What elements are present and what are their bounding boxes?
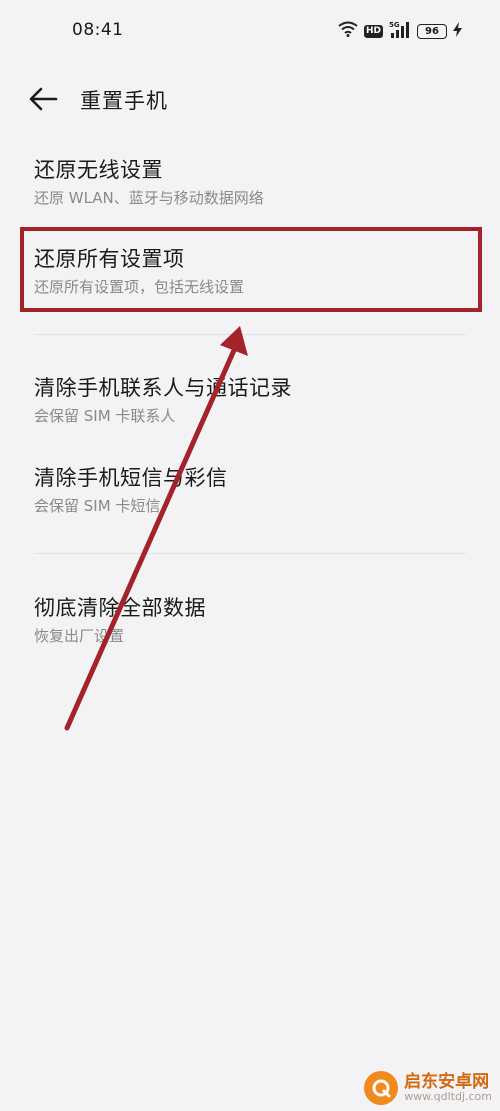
arrow-left-icon [26, 87, 60, 118]
watermark: 启东安卓网 www.qdltdj.com [364, 1071, 492, 1105]
item-subtitle: 还原 WLAN、蓝牙与移动数据网络 [34, 189, 264, 207]
reset-all-settings-item[interactable]: 还原所有设置项 还原所有设置项，包括无线设置 [0, 243, 500, 303]
clear-contacts-calllog-item[interactable]: 清除手机联系人与通话记录 会保留 SIM 卡联系人 [0, 372, 500, 432]
item-subtitle: 还原所有设置项，包括无线设置 [34, 278, 245, 296]
item-subtitle: 恢复出厂设置 [34, 627, 125, 645]
item-title: 清除手机联系人与通话记录 [34, 376, 292, 400]
page-title: 重置手机 [80, 89, 168, 113]
divider [34, 553, 466, 554]
erase-all-data-item[interactable]: 彻底清除全部数据 恢复出厂设置 [0, 592, 500, 652]
item-title: 还原所有设置项 [34, 247, 185, 271]
clear-sms-mms-item[interactable]: 清除手机短信与彩信 会保留 SIM 卡短信 [0, 462, 500, 522]
charging-icon [453, 21, 462, 41]
back-button[interactable] [26, 84, 60, 114]
signal-5g-icon: 5G [389, 20, 411, 42]
divider [34, 334, 466, 335]
app-header: 重置手机 [0, 72, 500, 126]
watermark-url: www.qdltdj.com [404, 1090, 492, 1104]
item-subtitle: 会保留 SIM 卡联系人 [34, 407, 176, 425]
hd-icon: HD [363, 24, 383, 38]
watermark-name: 启东安卓网 [404, 1071, 490, 1092]
status-icons: HD 5G 96 [332, 20, 462, 42]
item-title: 彻底清除全部数据 [34, 596, 206, 620]
wifi-icon [338, 21, 358, 41]
battery-icon: 96 [417, 23, 447, 39]
watermark-logo-icon [364, 1071, 399, 1105]
status-bar: 08:41 HD 5G 96 [0, 0, 500, 62]
item-title: 还原无线设置 [34, 158, 163, 182]
item-title: 清除手机短信与彩信 [34, 466, 228, 490]
status-time: 08:41 [72, 20, 124, 40]
reset-network-settings-item[interactable]: 还原无线设置 还原 WLAN、蓝牙与移动数据网络 [0, 154, 500, 214]
svg-text:5G: 5G [389, 21, 400, 29]
item-subtitle: 会保留 SIM 卡短信 [34, 497, 161, 515]
